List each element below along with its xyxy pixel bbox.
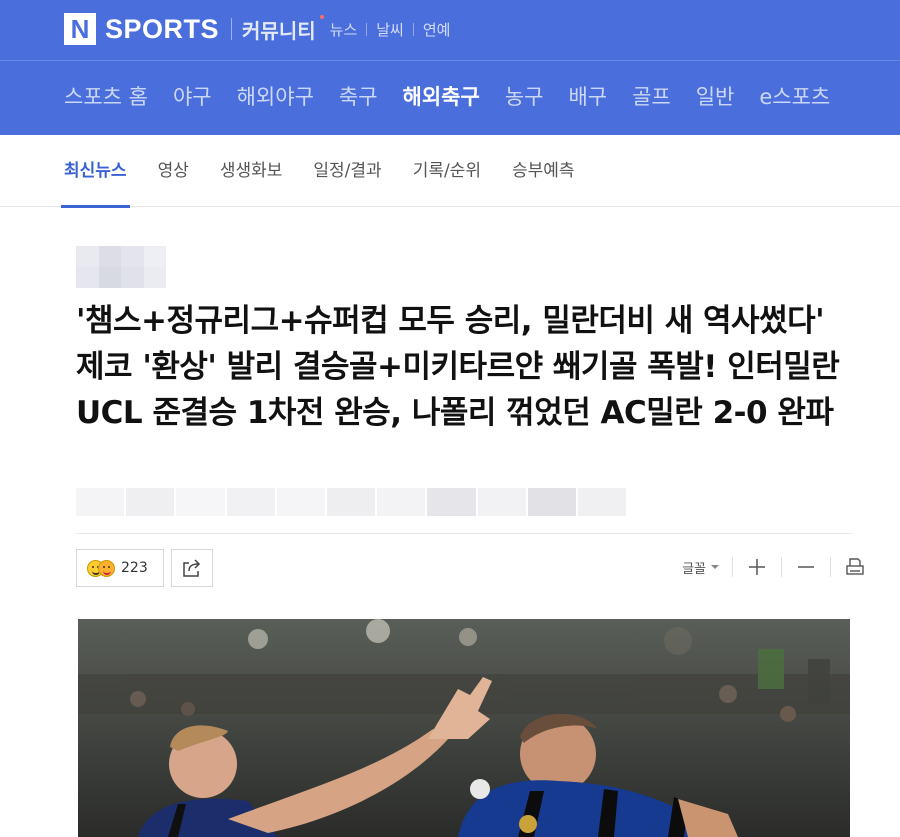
tab-predictions[interactable]: 승부예측	[512, 135, 575, 207]
service-link-weather[interactable]: 날씨	[376, 19, 404, 40]
service-divider	[366, 22, 368, 36]
community-label: 커뮤니티	[242, 18, 316, 43]
reaction-button[interactable]: 223	[76, 549, 164, 587]
tool-divider	[830, 557, 831, 577]
print-button[interactable]	[844, 556, 866, 578]
new-dot-icon	[319, 14, 324, 19]
article-meta	[76, 488, 627, 516]
tab-records-rankings[interactable]: 기록/순위	[413, 135, 481, 207]
sports-logo[interactable]: SPORTS	[105, 14, 219, 45]
gnb-item-football[interactable]: 축구	[339, 78, 378, 116]
plus-icon	[749, 559, 765, 575]
font-size-increase-button[interactable]	[746, 556, 768, 578]
gnb-item-general[interactable]: 일반	[696, 78, 735, 116]
gnb-item-volleyball[interactable]: 배구	[568, 78, 607, 116]
chevron-down-icon	[711, 565, 719, 569]
love-emoji-icon	[98, 559, 115, 577]
title-divider	[76, 533, 852, 534]
gnb-item-baseball[interactable]: 야구	[173, 78, 212, 116]
top-header: N SPORTS 커뮤니티 뉴스 날씨 연예 스포츠 홈 야구 해외야구 축구 …	[0, 0, 900, 135]
gnb-item-overseas-football[interactable]: 해외축구	[403, 78, 480, 116]
gnb-item-esports[interactable]: e스포츠	[759, 78, 830, 116]
tab-photos[interactable]: 생생화보	[220, 135, 283, 207]
article-title: '챔스+정규리그+슈퍼컵 모두 승리, 밀란더비 새 역사썼다' 제코 '환상'…	[76, 303, 840, 431]
gnb-item-basketball[interactable]: 농구	[505, 78, 544, 116]
sub-nav: 최신뉴스 영상 생생화보 일정/결과 기록/순위 승부예측	[0, 135, 900, 208]
font-select[interactable]: 글꼴	[682, 558, 719, 577]
share-icon	[183, 559, 201, 577]
tab-latest-news[interactable]: 최신뉴스	[61, 135, 130, 208]
service-link-entertainment[interactable]: 연예	[423, 19, 451, 40]
reaction-count: 223	[121, 560, 148, 576]
font-size-decrease-button[interactable]	[795, 556, 817, 578]
tool-divider	[732, 557, 733, 577]
gnb-item-sports-home[interactable]: 스포츠 홈	[64, 78, 148, 116]
service-divider	[412, 22, 414, 36]
main-category-nav: 스포츠 홈 야구 해외야구 축구 해외축구 농구 배구 골프 일반 e스포츠	[64, 78, 855, 116]
sub-nav-items: 최신뉴스 영상 생생화보 일정/결과 기록/순위 승부예측	[61, 135, 606, 208]
minus-icon	[798, 566, 814, 568]
font-label: 글꼴	[682, 561, 706, 577]
community-link[interactable]: 커뮤니티	[242, 14, 324, 44]
gnb-item-overseas-baseball[interactable]: 해외야구	[237, 78, 314, 116]
tool-divider	[781, 557, 782, 577]
naver-logo[interactable]: N	[64, 13, 96, 45]
service-link-news[interactable]: 뉴스	[330, 19, 358, 40]
header-divider	[0, 60, 900, 61]
tab-video[interactable]: 영상	[158, 135, 189, 207]
article-photo[interactable]	[78, 619, 850, 837]
football-players-photo	[78, 619, 850, 837]
print-icon	[846, 558, 864, 575]
press-logo[interactable]	[76, 246, 166, 288]
share-button[interactable]	[171, 549, 213, 587]
gnb-item-golf[interactable]: 골프	[632, 78, 671, 116]
text-tools: 글꼴	[682, 552, 866, 582]
brand-row: N SPORTS 커뮤니티 뉴스 날씨 연예	[64, 12, 450, 46]
tab-schedule-results[interactable]: 일정/결과	[313, 135, 381, 207]
brand-divider	[231, 18, 233, 40]
